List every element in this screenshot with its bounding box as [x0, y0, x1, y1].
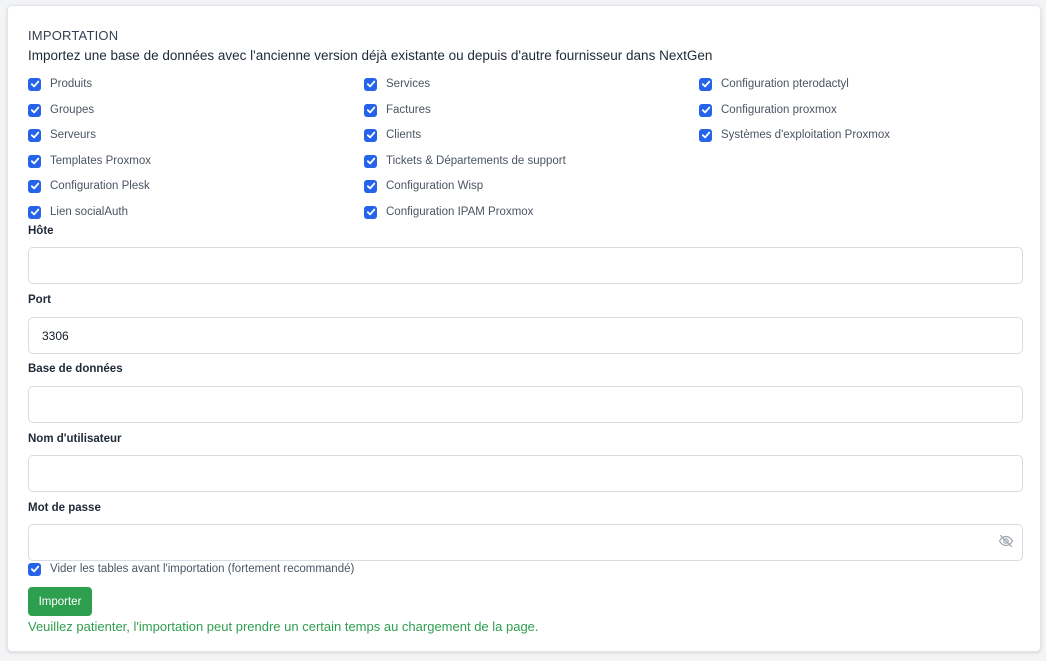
option-label: Serveurs	[50, 129, 97, 141]
import-card: IMPORTATION Importez une base de données…	[7, 5, 1041, 652]
truncate-tables-label: Vider les tables avant l'importation (fo…	[50, 563, 355, 575]
option-label: Systèmes d'exploitation Proxmox	[721, 129, 891, 141]
checkbox-checked-icon[interactable]	[364, 128, 377, 142]
eye-off-icon[interactable]	[998, 533, 1014, 549]
option-configuration-ipam-proxmox[interactable]: Configuration IPAM Proxmox	[364, 204, 533, 220]
option-label: Tickets & Départements de support	[386, 155, 566, 167]
option-templates-proxmox[interactable]: Templates Proxmox	[28, 153, 151, 169]
username-input[interactable]	[28, 455, 1023, 492]
option-groupes[interactable]: Groupes	[28, 102, 94, 118]
import-options: Produits Groupes Serveurs Templates Prox…	[28, 71, 1028, 221]
option-tickets-support[interactable]: Tickets & Départements de support	[364, 153, 566, 169]
checkbox-checked-icon[interactable]	[28, 179, 41, 193]
port-label: Port	[28, 294, 51, 306]
checkbox-checked-icon[interactable]	[28, 103, 41, 117]
checkbox-checked-icon[interactable]	[699, 128, 712, 142]
checkbox-checked-icon[interactable]	[699, 77, 712, 91]
checkbox-checked-icon[interactable]	[28, 562, 41, 576]
checkbox-checked-icon[interactable]	[364, 154, 377, 168]
option-configuration-proxmox[interactable]: Configuration proxmox	[699, 102, 837, 118]
card-subtitle: Importez une base de données avec l'anci…	[28, 48, 713, 63]
checkbox-checked-icon[interactable]	[28, 128, 41, 142]
checkbox-checked-icon[interactable]	[28, 77, 41, 91]
port-input[interactable]	[28, 317, 1023, 354]
truncate-tables-option[interactable]: Vider les tables avant l'importation (fo…	[28, 561, 354, 577]
checkbox-checked-icon[interactable]	[28, 205, 41, 219]
checkbox-checked-icon[interactable]	[364, 179, 377, 193]
option-label: Factures	[386, 104, 431, 116]
option-label: Configuration pterodactyl	[721, 78, 849, 90]
checkbox-checked-icon[interactable]	[699, 103, 712, 117]
option-services[interactable]: Services	[364, 76, 430, 92]
option-factures[interactable]: Factures	[364, 102, 431, 118]
checkbox-checked-icon[interactable]	[364, 205, 377, 219]
password-label: Mot de passe	[28, 502, 101, 514]
option-label: Configuration Wisp	[386, 180, 484, 192]
checkbox-checked-icon[interactable]	[364, 103, 377, 117]
option-configuration-plesk[interactable]: Configuration Plesk	[28, 178, 150, 194]
option-label: Configuration IPAM Proxmox	[386, 206, 534, 218]
host-input[interactable]	[28, 247, 1023, 284]
option-serveurs[interactable]: Serveurs	[28, 127, 96, 143]
card-title: IMPORTATION	[28, 28, 119, 43]
checkbox-checked-icon[interactable]	[28, 154, 41, 168]
checkbox-checked-icon[interactable]	[364, 77, 377, 91]
import-button[interactable]: Importer	[28, 587, 92, 616]
option-label: Configuration Plesk	[50, 180, 150, 192]
host-label: Hôte	[28, 225, 54, 237]
option-label: Services	[386, 78, 431, 90]
option-produits[interactable]: Produits	[28, 76, 92, 92]
option-label: Clients	[386, 129, 422, 141]
username-label: Nom d'utilisateur	[28, 433, 122, 445]
database-label: Base de données	[28, 363, 123, 375]
option-label: Groupes	[50, 104, 95, 116]
option-os-proxmox[interactable]: Systèmes d'exploitation Proxmox	[699, 127, 890, 143]
option-configuration-wisp[interactable]: Configuration Wisp	[364, 178, 483, 194]
option-label: Configuration proxmox	[721, 104, 837, 116]
option-label: Templates Proxmox	[50, 155, 151, 167]
option-label: Lien socialAuth	[50, 206, 128, 218]
database-input[interactable]	[28, 386, 1023, 423]
option-label: Produits	[50, 78, 93, 90]
option-clients[interactable]: Clients	[364, 127, 421, 143]
password-input[interactable]	[28, 524, 1023, 561]
wait-notice: Veuillez patienter, l'importation peut p…	[28, 619, 539, 634]
option-configuration-pterodactyl[interactable]: Configuration pterodactyl	[699, 76, 849, 92]
option-lien-socialauth[interactable]: Lien socialAuth	[28, 204, 128, 220]
